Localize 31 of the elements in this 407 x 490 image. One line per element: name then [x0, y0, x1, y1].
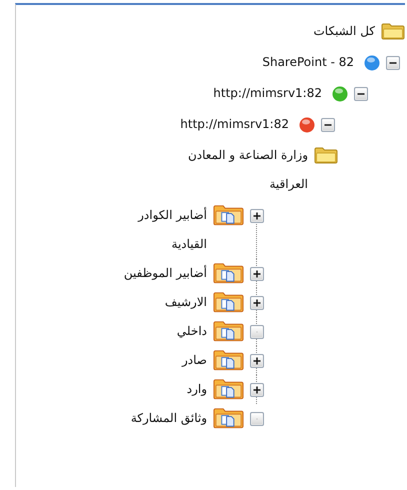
collapse-toggle[interactable]: [386, 56, 400, 70]
document-folder-icon: [213, 320, 244, 342]
expand-toggle[interactable]: [250, 383, 264, 397]
tree-item-label[interactable]: وارد: [186, 375, 207, 404]
document-folder-icon: [213, 407, 244, 429]
collapse-toggle[interactable]: [354, 87, 368, 101]
tree-item-label[interactable]: وزارة الصناعة و المعادن العراقية: [158, 141, 308, 199]
document-folder-icon: [213, 349, 244, 371]
expand-toggle[interactable]: [250, 296, 264, 310]
expand-toggle[interactable]: [250, 267, 264, 281]
tree-item-label[interactable]: http://mimsrv1:82: [213, 79, 322, 108]
tree-item-label[interactable]: داخلي: [176, 317, 207, 346]
tree-item-label[interactable]: كل الشبكات: [313, 17, 375, 46]
tree-item-label[interactable]: SharePoint - 82: [262, 48, 354, 77]
tree-item-label[interactable]: أضابير الموظفين: [124, 259, 207, 288]
expand-toggle[interactable]: [250, 354, 264, 368]
folder-icon: [314, 146, 338, 164]
tree-item-label[interactable]: أضابير الكوادر القيادية: [112, 201, 207, 259]
tree-item-label[interactable]: وثائق المشاركة: [130, 404, 207, 433]
tree-item-label[interactable]: صادر: [182, 346, 207, 375]
expand-toggle[interactable]: [250, 209, 264, 223]
collapse-toggle[interactable]: [321, 118, 335, 132]
tree-item-label[interactable]: الارشيف: [164, 288, 207, 317]
document-folder-icon: [213, 262, 244, 284]
document-folder-icon: [213, 378, 244, 400]
empty-toggle[interactable]: [250, 325, 264, 339]
folder-icon: [381, 22, 405, 40]
document-folder-icon: [213, 204, 244, 226]
empty-toggle[interactable]: [250, 412, 264, 426]
tree-item-label[interactable]: http://mimsrv1:82: [180, 110, 289, 139]
document-folder-icon: [213, 291, 244, 313]
